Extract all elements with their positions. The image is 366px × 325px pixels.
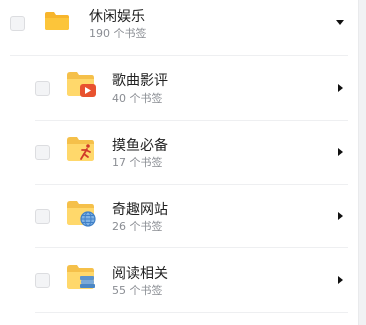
- folder-row-child[interactable]: 摸鱼必备 17 个书签: [0, 121, 358, 184]
- select-checkbox[interactable]: [35, 209, 50, 224]
- folder-row-child[interactable]: 奇趣网站 26 个书签: [0, 185, 358, 247]
- folder-title: 阅读相关: [112, 266, 168, 282]
- globe-icon: [80, 211, 96, 227]
- folder-title: 摸鱼必备: [112, 138, 168, 154]
- select-checkbox[interactable]: [35, 81, 50, 96]
- folder-books-icon: [66, 264, 98, 292]
- chevron-right-icon[interactable]: [338, 148, 343, 156]
- folder-title: 奇趣网站: [112, 202, 168, 218]
- chevron-right-icon[interactable]: [338, 276, 343, 284]
- books-icon: [80, 276, 95, 288]
- bookmark-count: 55 个书签: [112, 284, 163, 297]
- folder-row-parent[interactable]: 休闲娱乐 190 个书签: [0, 0, 358, 48]
- chevron-right-icon[interactable]: [338, 84, 343, 92]
- bookmark-folder-panel: 休闲娱乐 190 个书签 歌曲影评 40 个书签 摸鱼必备 17 个书签 奇趣网…: [0, 0, 358, 325]
- scrollbar-track[interactable]: [358, 0, 366, 325]
- folder-runner-icon: [66, 136, 98, 164]
- folder-video-icon: [66, 71, 98, 99]
- bookmark-count: 190 个书签: [89, 27, 147, 40]
- folder-title: 休闲娱乐: [89, 9, 145, 25]
- chevron-right-icon[interactable]: [338, 212, 343, 220]
- chevron-down-icon[interactable]: [336, 20, 344, 25]
- folder-icon: [44, 11, 70, 31]
- bookmark-count: 26 个书签: [112, 220, 163, 233]
- bookmark-count: 17 个书签: [112, 156, 163, 169]
- select-checkbox[interactable]: [35, 145, 50, 160]
- divider: [35, 312, 348, 313]
- folder-row-child[interactable]: 阅读相关 55 个书签: [0, 248, 358, 311]
- select-checkbox[interactable]: [35, 273, 50, 288]
- bookmark-count: 40 个书签: [112, 92, 163, 105]
- select-checkbox[interactable]: [10, 16, 25, 31]
- folder-title: 歌曲影评: [112, 73, 168, 89]
- folder-row-child[interactable]: 歌曲影评 40 个书签: [0, 56, 358, 120]
- folder-globe-icon: [66, 200, 98, 228]
